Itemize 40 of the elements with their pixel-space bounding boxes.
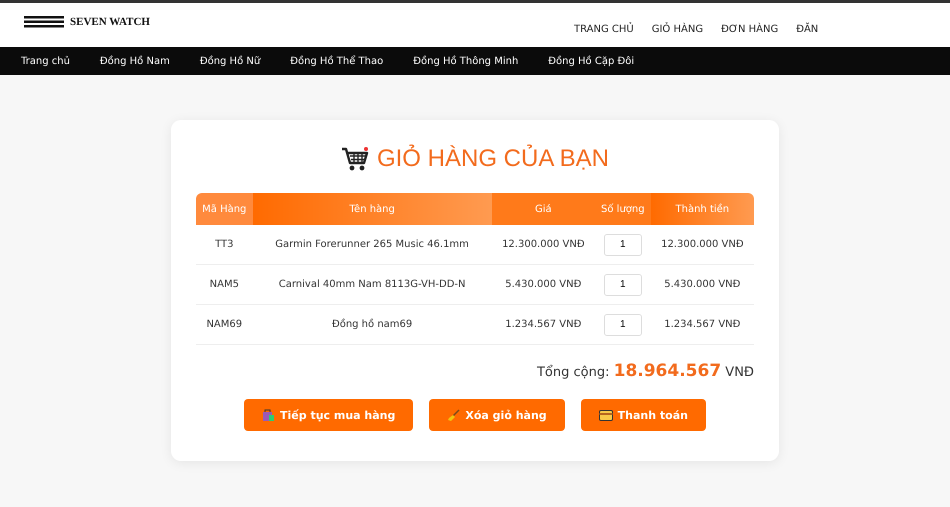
quantity-field[interactable]: 1 bbox=[604, 314, 642, 336]
category-link[interactable]: Đồng Hồ Nữ bbox=[200, 56, 260, 66]
table-cell: Garmin Forerunner 265 Music 46.1mm bbox=[252, 225, 492, 264]
table-cell: 1.234.567 VNĐ bbox=[650, 304, 754, 344]
table-cell: NAM5 bbox=[196, 264, 253, 304]
nav-link[interactable]: ĐĂN bbox=[796, 24, 818, 34]
category-link[interactable]: Đồng Hồ Nam bbox=[100, 56, 170, 66]
table-cell: 5.430.000 VNĐ bbox=[650, 264, 754, 304]
cart-icon bbox=[340, 146, 369, 172]
cart-title: GIỎ HÀNG CỦA BẠN bbox=[376, 145, 610, 173]
table-cell: Carnival 40mm Nam 8113G-VH-DD-N bbox=[252, 264, 492, 304]
category-link[interactable]: Đồng Hồ Cặp Đôi bbox=[548, 56, 634, 66]
total-amount: 18.964.567 bbox=[614, 361, 722, 381]
nav-link[interactable]: TRANG CHỦ bbox=[574, 24, 634, 34]
column-header: Giá bbox=[492, 193, 595, 225]
menu-lines-icon bbox=[24, 16, 64, 28]
nav-link[interactable]: GIỎ HÀNG bbox=[652, 24, 704, 34]
total-currency: VNĐ bbox=[725, 365, 754, 380]
column-header: Mã Hàng bbox=[196, 193, 253, 225]
table-cell: 12.300.000 VNĐ bbox=[492, 225, 595, 264]
total-label: Tổng cộng: bbox=[536, 365, 610, 380]
column-header: Số lượng bbox=[594, 193, 651, 225]
nav-link[interactable]: ĐƠN HÀNG bbox=[721, 24, 778, 34]
column-header: Thành tiền bbox=[650, 193, 754, 225]
column-header: Tên hàng bbox=[252, 193, 492, 225]
table-cell: NAM69 bbox=[196, 304, 253, 344]
table-cell: 12.300.000 VNĐ bbox=[650, 225, 754, 264]
category-link[interactable]: Trang chủ bbox=[21, 56, 70, 66]
quantity-field[interactable]: 1 bbox=[604, 234, 642, 256]
shopping-bag-icon bbox=[262, 408, 275, 422]
category-link[interactable]: Đồng Hồ Thể Thao bbox=[290, 56, 384, 66]
table-cell: 5.430.000 VNĐ bbox=[492, 264, 595, 304]
broom-icon bbox=[447, 408, 460, 422]
table-cell: Đồng hồ nam69 bbox=[252, 304, 492, 344]
brand-name: SEVEN WATCH bbox=[70, 16, 150, 28]
table-cell: 1.234.567 VNĐ bbox=[492, 304, 595, 344]
table-cell: TT3 bbox=[196, 225, 253, 264]
credit-card-icon bbox=[598, 410, 613, 420]
category-link[interactable]: Đồng Hồ Thông Minh bbox=[413, 56, 518, 66]
quantity-field[interactable]: 1 bbox=[604, 274, 642, 296]
